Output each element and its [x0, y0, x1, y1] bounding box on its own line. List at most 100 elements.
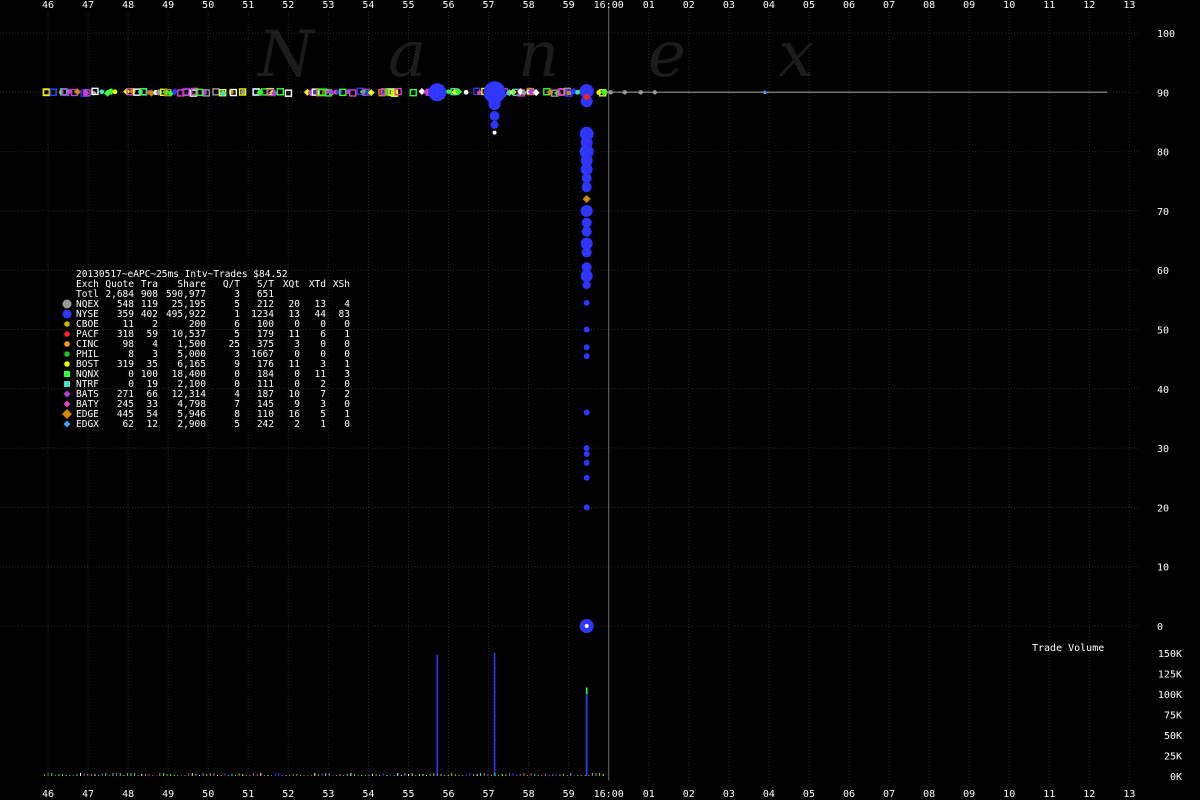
- x-tick-top: 53: [322, 0, 334, 11]
- x-tick-bottom: 11: [1043, 789, 1055, 800]
- x-tick-top: 52: [282, 0, 294, 11]
- volume-bar: [260, 773, 262, 776]
- volume-bar: [98, 775, 100, 776]
- x-tick-top: 05: [803, 0, 815, 11]
- volume-bar: [368, 775, 370, 776]
- price-tick: 100: [1157, 29, 1175, 40]
- volume-bar: [134, 773, 136, 776]
- volume-bar: [148, 774, 150, 776]
- volume-bar: [263, 775, 265, 776]
- volume-bar: [508, 773, 510, 776]
- x-tick-top: 01: [643, 0, 655, 11]
- volume-bar: [343, 775, 345, 776]
- x-tick-top: 06: [843, 0, 855, 11]
- volume-bar: [141, 774, 143, 776]
- volume-tick: 25K: [1164, 752, 1182, 763]
- x-tick-bottom: 58: [523, 789, 535, 800]
- volume-bar: [440, 774, 442, 776]
- price-tick: 10: [1157, 563, 1169, 574]
- volume-bar: [43, 774, 45, 776]
- volume-bar: [563, 774, 565, 776]
- volume-bar: [462, 775, 464, 776]
- volume-bar: [58, 774, 60, 776]
- table-header: XQt: [283, 279, 300, 290]
- volume-bar: [119, 773, 121, 776]
- x-tick-top: 59: [563, 0, 575, 11]
- volume-bar: [483, 773, 485, 776]
- volume-bar: [523, 773, 525, 776]
- legend-marker: [62, 299, 72, 309]
- legend-marker: [63, 390, 71, 398]
- quote-marker: [476, 90, 482, 96]
- volume-bar: [429, 774, 431, 776]
- volume-bar: [54, 775, 56, 776]
- volume-bar: [512, 773, 514, 776]
- volume-bar: [227, 775, 229, 776]
- volume-bar: [184, 775, 186, 776]
- table-header: XSh: [333, 279, 350, 290]
- volume-bar: [281, 775, 283, 776]
- volume-bar: [245, 775, 247, 776]
- volume-bar: [545, 774, 547, 776]
- price-tick: 20: [1157, 503, 1169, 514]
- volume-bar: [530, 773, 532, 776]
- x-tick-bottom: 09: [963, 789, 975, 800]
- volume-bar: [231, 774, 233, 776]
- volume-bar: [526, 775, 528, 776]
- volume-bar: [375, 774, 377, 776]
- volume-bar: [191, 773, 193, 776]
- volume-bar: [346, 774, 348, 776]
- volume-bar: [599, 773, 601, 776]
- price-tick: 70: [1157, 207, 1169, 218]
- volume-bar: [555, 774, 557, 776]
- x-tick-bottom: 01: [643, 789, 655, 800]
- trade-point: [583, 451, 590, 458]
- volume-bar: [325, 773, 327, 776]
- volume-bar: [116, 773, 118, 776]
- price-tick: 50: [1157, 326, 1169, 337]
- table-cell: 242: [257, 419, 274, 430]
- x-tick-top: 13: [1123, 0, 1135, 11]
- table-cell: 5: [234, 419, 240, 430]
- volume-bar: [87, 774, 89, 776]
- volume-bar: [493, 653, 496, 776]
- volume-bar: [472, 774, 474, 776]
- volume-bar: [519, 774, 521, 776]
- volume-tick: 50K: [1164, 731, 1182, 742]
- volume-bar: [559, 774, 561, 776]
- volume-bar: [188, 773, 190, 776]
- volume-bar: [552, 774, 554, 776]
- volume-bar: [386, 775, 388, 776]
- legend-marker: [62, 309, 72, 319]
- volume-bar: [451, 773, 453, 776]
- volume-bar: [469, 773, 471, 776]
- volume-bar: [516, 775, 518, 776]
- volume-bar: [83, 773, 85, 776]
- volume-bar: [570, 773, 572, 776]
- volume-bar: [274, 773, 276, 776]
- volume-bar: [271, 775, 273, 776]
- volume-bar: [577, 775, 579, 776]
- price-tick: 0: [1157, 622, 1163, 633]
- volume-bar: [361, 775, 363, 776]
- volume-bar: [548, 775, 550, 776]
- volume-bar: [47, 773, 49, 776]
- volume-bar: [220, 775, 222, 776]
- volume-tick: 150K: [1158, 649, 1182, 660]
- volume-bar: [487, 774, 489, 776]
- legend-marker: [64, 371, 70, 377]
- x-tick-top: 02: [683, 0, 695, 11]
- volume-bar: [155, 775, 157, 776]
- trade-point: [583, 353, 590, 360]
- price-tick: 60: [1157, 266, 1169, 277]
- volume-bar: [285, 775, 287, 776]
- trade-point: [492, 130, 497, 135]
- table-cell: EDGX: [76, 419, 99, 430]
- x-tick-top: 54: [362, 0, 374, 11]
- volume-bar: [379, 775, 381, 776]
- volume-label: Trade Volume: [1032, 643, 1104, 654]
- x-tick-bottom: 53: [322, 789, 334, 800]
- x-tick-bottom: 48: [122, 789, 134, 800]
- volume-bar: [447, 775, 449, 776]
- legend-marker: [64, 341, 70, 347]
